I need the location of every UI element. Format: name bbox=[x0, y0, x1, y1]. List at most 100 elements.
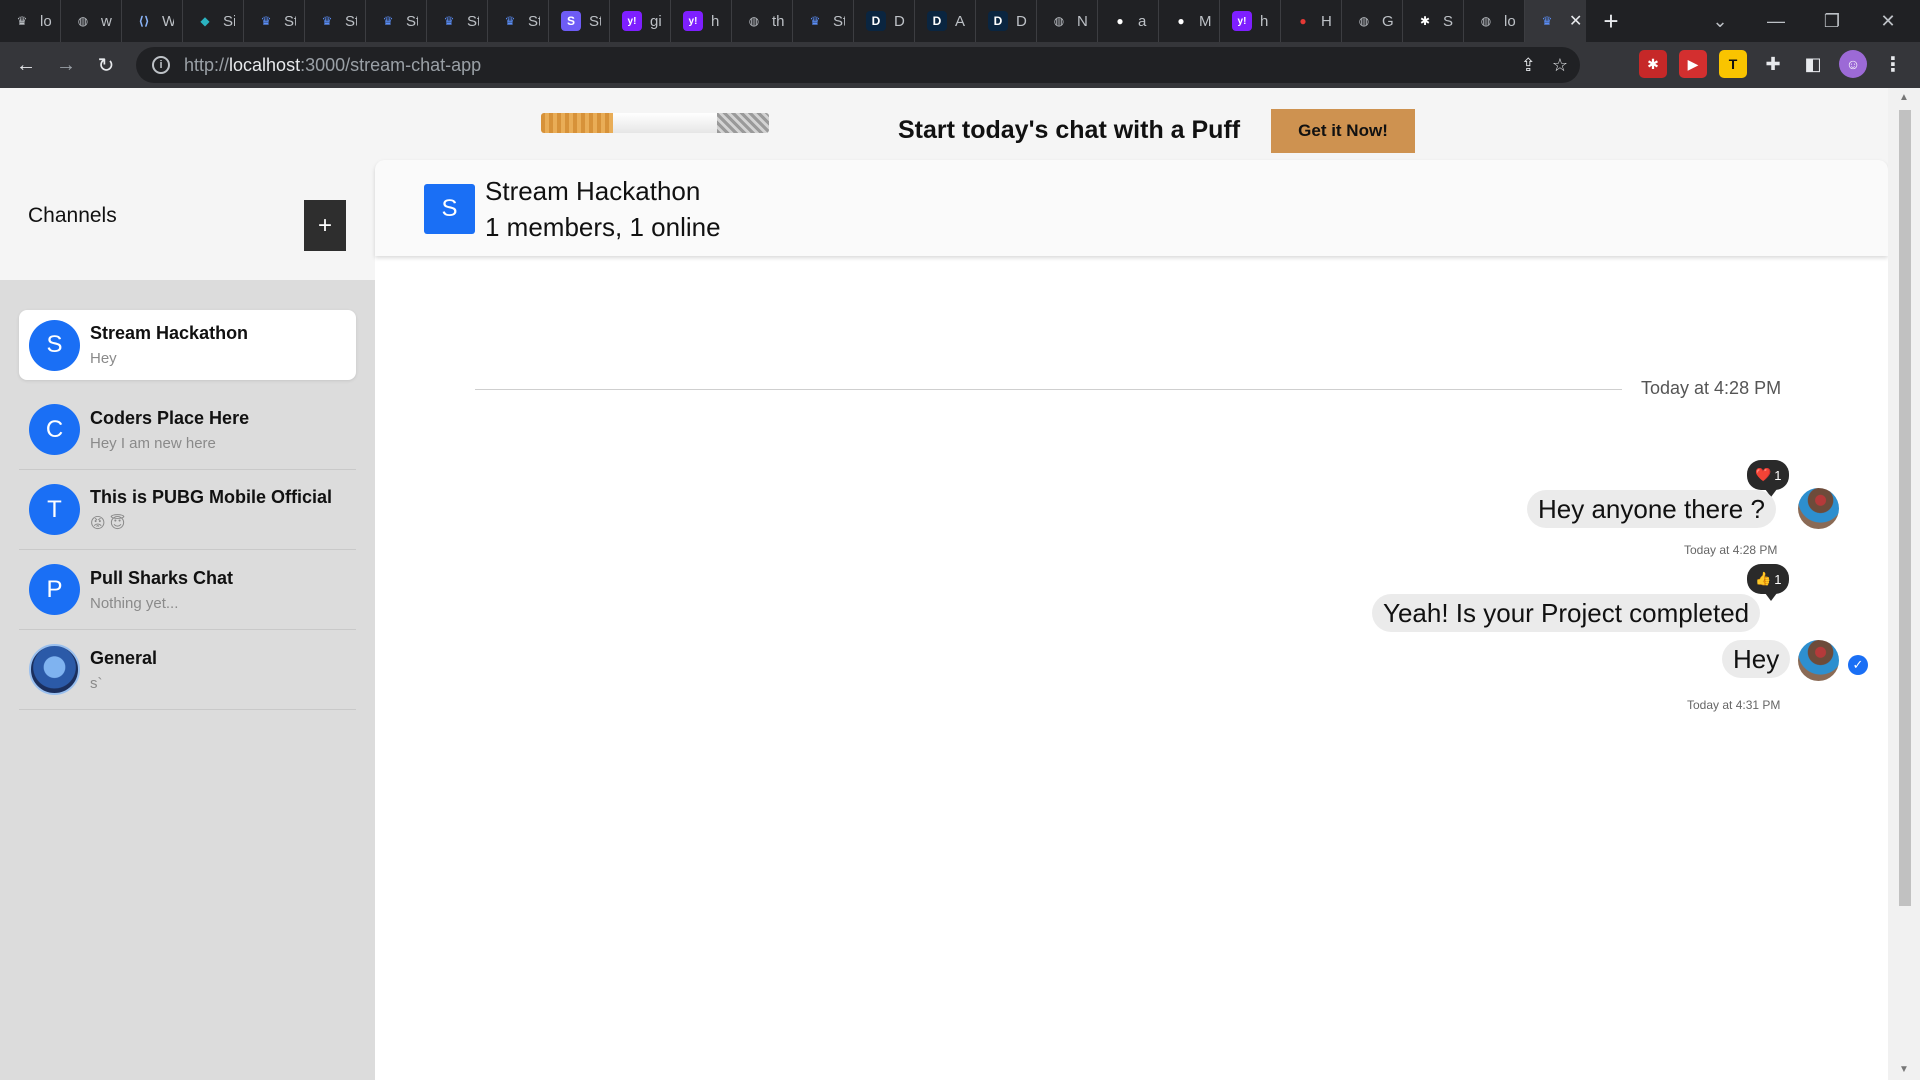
vue-logo-icon: ♛ bbox=[321, 14, 333, 28]
d-letter-icon: D bbox=[927, 11, 947, 31]
page-scrollbar[interactable]: ▲ ▼ bbox=[1888, 88, 1920, 1080]
page: Start today's chat with a Puff Get it No… bbox=[0, 88, 1888, 1080]
browser-tab[interactable]: ♛ St bbox=[244, 0, 305, 42]
bookmark-star-icon[interactable]: ☆ bbox=[1552, 55, 1568, 76]
user-avatar[interactable] bbox=[1798, 640, 1839, 681]
active-browser-tab[interactable]: ♛ ✕ bbox=[1525, 0, 1586, 42]
back-icon[interactable]: ← bbox=[6, 45, 46, 85]
browser-tab[interactable]: y! h bbox=[671, 0, 732, 42]
reaction-badge[interactable]: ❤️ 1 bbox=[1747, 460, 1790, 497]
forward-icon[interactable]: → bbox=[46, 45, 86, 85]
browser-tab[interactable]: y! gi bbox=[610, 0, 671, 42]
browser-tab-label: W bbox=[162, 13, 174, 30]
browser-tab-label: gi bbox=[650, 12, 662, 30]
channel-avatar: S bbox=[424, 184, 475, 234]
get-it-now-button[interactable]: Get it Now! bbox=[1271, 109, 1415, 153]
date-divider-line bbox=[475, 389, 1622, 390]
channel-text: Coders Place Here Hey I am new here bbox=[90, 408, 249, 452]
browser-menu-icon[interactable]: ⋮ bbox=[1879, 50, 1907, 78]
browser-tab[interactable]: ◍ w bbox=[61, 0, 122, 42]
extension-icon-3[interactable]: T bbox=[1719, 50, 1747, 78]
browser-tab[interactable]: ◆ Si bbox=[183, 0, 244, 42]
browser-tab[interactable]: ◍ th bbox=[732, 0, 793, 42]
message-bubble[interactable]: Hey bbox=[1722, 640, 1791, 678]
browser-tab[interactable]: ♛ St bbox=[427, 0, 488, 42]
yahoo-icon: y! bbox=[1232, 11, 1252, 31]
channel-item[interactable]: General s` bbox=[19, 630, 356, 710]
browser-tab[interactable]: ♛ St bbox=[793, 0, 854, 42]
channel-list: S Stream Hackathon Hey C Coders Place Here He… bbox=[19, 310, 356, 710]
channel-avatar: S bbox=[29, 319, 80, 371]
side-panel-icon[interactable]: ◧ bbox=[1799, 50, 1827, 78]
browser-tab[interactable]: ⟨⟩ W bbox=[122, 0, 183, 42]
vue-logo-icon: ♛ bbox=[809, 14, 821, 28]
read-receipt-check-icon: ✓ bbox=[1848, 655, 1868, 675]
globe-icon: ◍ bbox=[1358, 14, 1370, 28]
browser-tab[interactable]: ● M bbox=[1159, 0, 1220, 42]
browser-tab[interactable]: ♛ St bbox=[366, 0, 427, 42]
scrollbar-thumb[interactable] bbox=[1899, 110, 1911, 906]
browser-tab[interactable]: S St bbox=[549, 0, 610, 42]
close-tab-icon[interactable]: ✕ bbox=[1569, 11, 1582, 31]
browser-tab-label: D bbox=[894, 12, 905, 30]
browser-tab[interactable]: ♛ St bbox=[488, 0, 549, 42]
scroll-up-arrow-icon[interactable]: ▲ bbox=[1899, 92, 1909, 103]
browser-tab[interactable]: DD bbox=[854, 0, 915, 42]
new-tab-icon[interactable]: + bbox=[1586, 6, 1636, 37]
browser-tab[interactable]: DA bbox=[915, 0, 976, 42]
reaction-count: 1 bbox=[1774, 571, 1782, 587]
message-bubble[interactable]: Yeah! Is your Project completed bbox=[1372, 594, 1761, 632]
close-window-icon[interactable]: ✕ bbox=[1860, 0, 1916, 42]
share-icon[interactable]: ⇪ bbox=[1521, 55, 1536, 76]
message-bubble[interactable]: Hey anyone there ? bbox=[1527, 490, 1776, 528]
browser-tab[interactable]: ✱ S bbox=[1403, 0, 1464, 42]
browser-tab[interactable]: ◍ lo bbox=[1464, 0, 1525, 42]
browser-tab-label: a bbox=[1138, 12, 1147, 30]
browser-tab-label: M bbox=[1199, 12, 1211, 30]
browser-tab[interactable]: ◍ N bbox=[1037, 0, 1098, 42]
site-info-icon[interactable]: i bbox=[152, 56, 170, 74]
browser-tab-label: H bbox=[1321, 12, 1332, 30]
channel-last-message: 😡 😇 bbox=[90, 515, 126, 532]
browser-tab[interactable]: ◍ G bbox=[1342, 0, 1403, 42]
tab-search-icon[interactable]: ⌄ bbox=[1692, 0, 1748, 42]
channel-avatar: P bbox=[29, 564, 80, 615]
cigarette-image bbox=[541, 113, 769, 133]
browser-tab-label: St bbox=[528, 12, 540, 30]
reaction-badge[interactable]: 👍 1 bbox=[1747, 564, 1790, 601]
minimize-icon[interactable]: — bbox=[1748, 0, 1804, 42]
extensions-puzzle-icon[interactable]: ✚ bbox=[1759, 50, 1787, 78]
browser-tab-label: h bbox=[711, 12, 720, 30]
browser-tab[interactable]: y! h bbox=[1220, 0, 1281, 42]
channel-text: Pull Sharks Chat Nothing yet... bbox=[90, 568, 233, 612]
browser-tab-label: w bbox=[101, 12, 112, 30]
channel-name: This is PUBG Mobile Official bbox=[90, 487, 333, 507]
channel-text: This is PUBG Mobile Official 😡 😇 bbox=[90, 487, 332, 532]
browser-tab[interactable]: ● H bbox=[1281, 0, 1342, 42]
date-separator: Today at 4:28 PM bbox=[1641, 378, 1782, 398]
chat-panel: S Stream Hackathon 1 members, 1 online T… bbox=[375, 160, 1888, 1080]
scroll-down-arrow-icon[interactable]: ▼ bbox=[1899, 1064, 1909, 1075]
user-avatar[interactable] bbox=[1798, 488, 1839, 529]
extension-icon-2[interactable]: ▶ bbox=[1679, 50, 1707, 78]
extension-icon-1[interactable]: ✱ bbox=[1639, 50, 1667, 78]
message-timestamp: Today at 4:28 PM bbox=[1684, 543, 1778, 557]
browser-tab-label: St bbox=[345, 12, 357, 30]
channel-name: Stream Hackathon bbox=[485, 176, 701, 206]
browser-tab[interactable]: ♛ St bbox=[305, 0, 366, 42]
browser-tab-label: G bbox=[1382, 12, 1394, 30]
restore-icon[interactable]: ❐ bbox=[1804, 0, 1860, 42]
browser-tab[interactable]: DD bbox=[976, 0, 1037, 42]
channel-avatar bbox=[29, 644, 80, 695]
vue-logo-icon: ♛ bbox=[443, 14, 455, 28]
address-bar[interactable]: i http://localhost:3000/stream-chat-app … bbox=[136, 47, 1580, 83]
reload-icon[interactable]: ↻ bbox=[86, 45, 126, 85]
browser-tab[interactable]: ● a bbox=[1098, 0, 1159, 42]
profile-avatar[interactable]: ☺ bbox=[1839, 50, 1867, 78]
browser-tab[interactable]: ♛ lo bbox=[0, 0, 61, 42]
channel-item[interactable]: C Coders Place Here Hey I am new here bbox=[19, 390, 356, 470]
channel-item[interactable]: T This is PUBG Mobile Official 😡 😇 bbox=[19, 470, 356, 550]
channel-item[interactable]: S Stream Hackathon Hey bbox=[19, 310, 356, 380]
channel-item[interactable]: P Pull Sharks Chat Nothing yet... bbox=[19, 550, 356, 630]
add-channel-button[interactable]: + bbox=[304, 200, 346, 251]
